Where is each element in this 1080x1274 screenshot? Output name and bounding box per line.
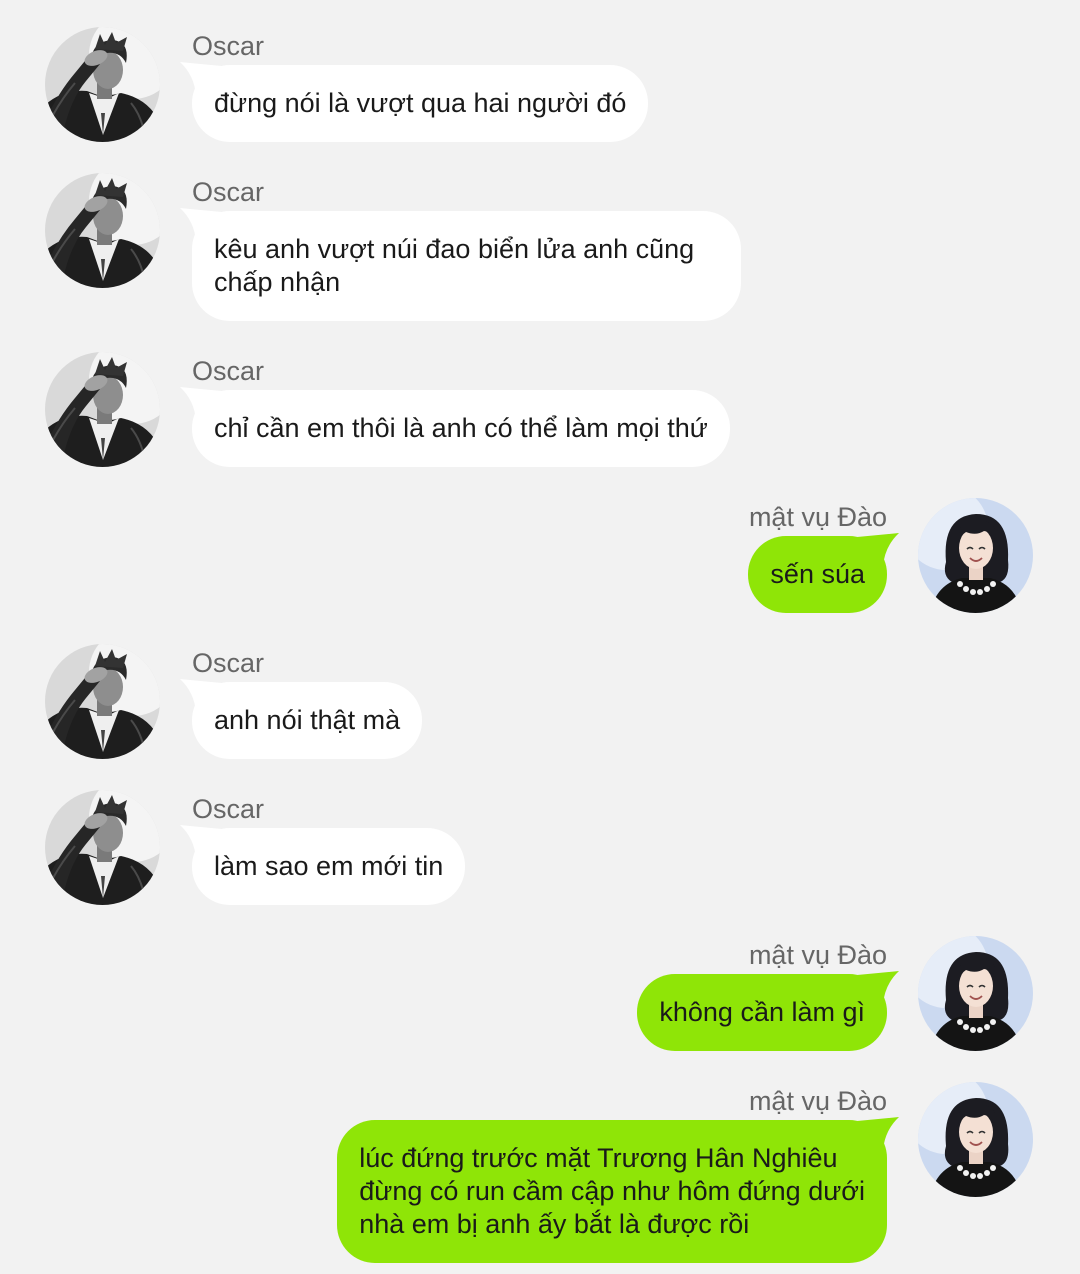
message-text-line: chấp nhận [214,267,341,297]
message-content: Oscar đừng nói là vượt qua hai người đó [180,27,649,142]
profile-photo-icon [45,644,160,759]
message-content: Oscar làm sao em mới tin [180,790,466,905]
profile-photo-icon [918,498,1033,613]
message-bubble[interactable]: anh nói thật mà [180,679,423,759]
message-text-line: đừng có run cầm cập như hôm đứng dưới [359,1176,865,1206]
message-text-line: nhà em bị anh ấy bắt là được rồi [359,1209,750,1239]
message-row: mật vụ Đào sến súa [0,498,1080,613]
sender-name: Oscar [192,177,265,207]
message-bubble[interactable]: không cần làm gì [637,971,899,1051]
message-text-line: lúc đứng trước mặt Trương Hân Nghiêu [359,1143,838,1173]
message-bubble[interactable]: sến súa [748,533,899,613]
message-row: Oscar anh nói thật mà [0,644,1080,759]
message-content: Oscar anh nói thật mà [180,644,423,759]
sender-avatar[interactable] [45,173,160,288]
message-text-line: làm sao em mới tin [214,851,444,881]
profile-photo-icon [45,173,160,288]
sender-name: mật vụ Đào [748,1086,887,1116]
sender-avatar[interactable] [45,27,160,142]
message-content: Oscar chỉ cần em thôi là anh có thể làm … [180,352,730,467]
message-row: Oscar kêu anh vượt núi đao biển lửa anh … [0,173,1080,321]
message-bubble[interactable]: lúc đứng trước mặt Trương Hân Nghiêu đừn… [337,1117,899,1263]
message-content: Oscar kêu anh vượt núi đao biển lửa anh … [180,173,741,321]
message-bubble[interactable]: chỉ cần em thôi là anh có thể làm mọi th… [180,387,730,467]
message-row: Oscar đừng nói là vượt qua hai người đó [0,27,1080,142]
message-row: Oscar chỉ cần em thôi là anh có thể làm … [0,352,1080,467]
message-bubble[interactable]: kêu anh vượt núi đao biển lửa anh cũng c… [180,208,741,321]
message-content: mật vụ Đào lúc đứng trước mặt Trương Hân… [337,1082,899,1263]
message-text-line: sến súa [770,559,865,589]
sender-avatar[interactable] [45,352,160,467]
message-text-line: chỉ cần em thôi là anh có thể làm mọi th… [214,413,708,443]
profile-photo-icon [45,27,160,142]
sender-avatar[interactable] [918,936,1033,1051]
message-text-line: đừng nói là vượt qua hai người đó [214,88,627,118]
message-text-line: không cần làm gì [659,997,865,1027]
sender-name: Oscar [192,356,265,386]
sender-avatar[interactable] [45,790,160,905]
sender-name: Oscar [192,794,265,824]
sender-name: mật vụ Đào [748,940,887,970]
chat-thread[interactable]: Oscar đừng nói là vượt qua hai người đó … [0,0,1080,1274]
sender-name: mật vụ Đào [748,502,887,532]
sender-avatar[interactable] [918,1082,1033,1197]
profile-photo-icon [918,936,1033,1051]
sender-avatar[interactable] [45,644,160,759]
profile-photo-icon [918,1082,1033,1197]
message-row: mật vụ Đào không cần làm gì [0,936,1080,1051]
sender-name: Oscar [192,31,265,61]
profile-photo-icon [45,352,160,467]
message-bubble[interactable]: làm sao em mới tin [180,825,466,905]
sender-avatar[interactable] [918,498,1033,613]
message-row: Oscar làm sao em mới tin [0,790,1080,905]
sender-name: Oscar [192,648,265,678]
message-text-line: anh nói thật mà [214,705,401,735]
message-bubble[interactable]: đừng nói là vượt qua hai người đó [180,62,649,142]
message-row: mật vụ Đào lúc đứng trước mặt Trương Hân… [0,1082,1080,1263]
message-content: mật vụ Đào không cần làm gì [637,936,899,1051]
message-text-line: kêu anh vượt núi đao biển lửa anh cũng [214,234,695,264]
message-content: mật vụ Đào sến súa [748,498,899,613]
profile-photo-icon [45,790,160,905]
